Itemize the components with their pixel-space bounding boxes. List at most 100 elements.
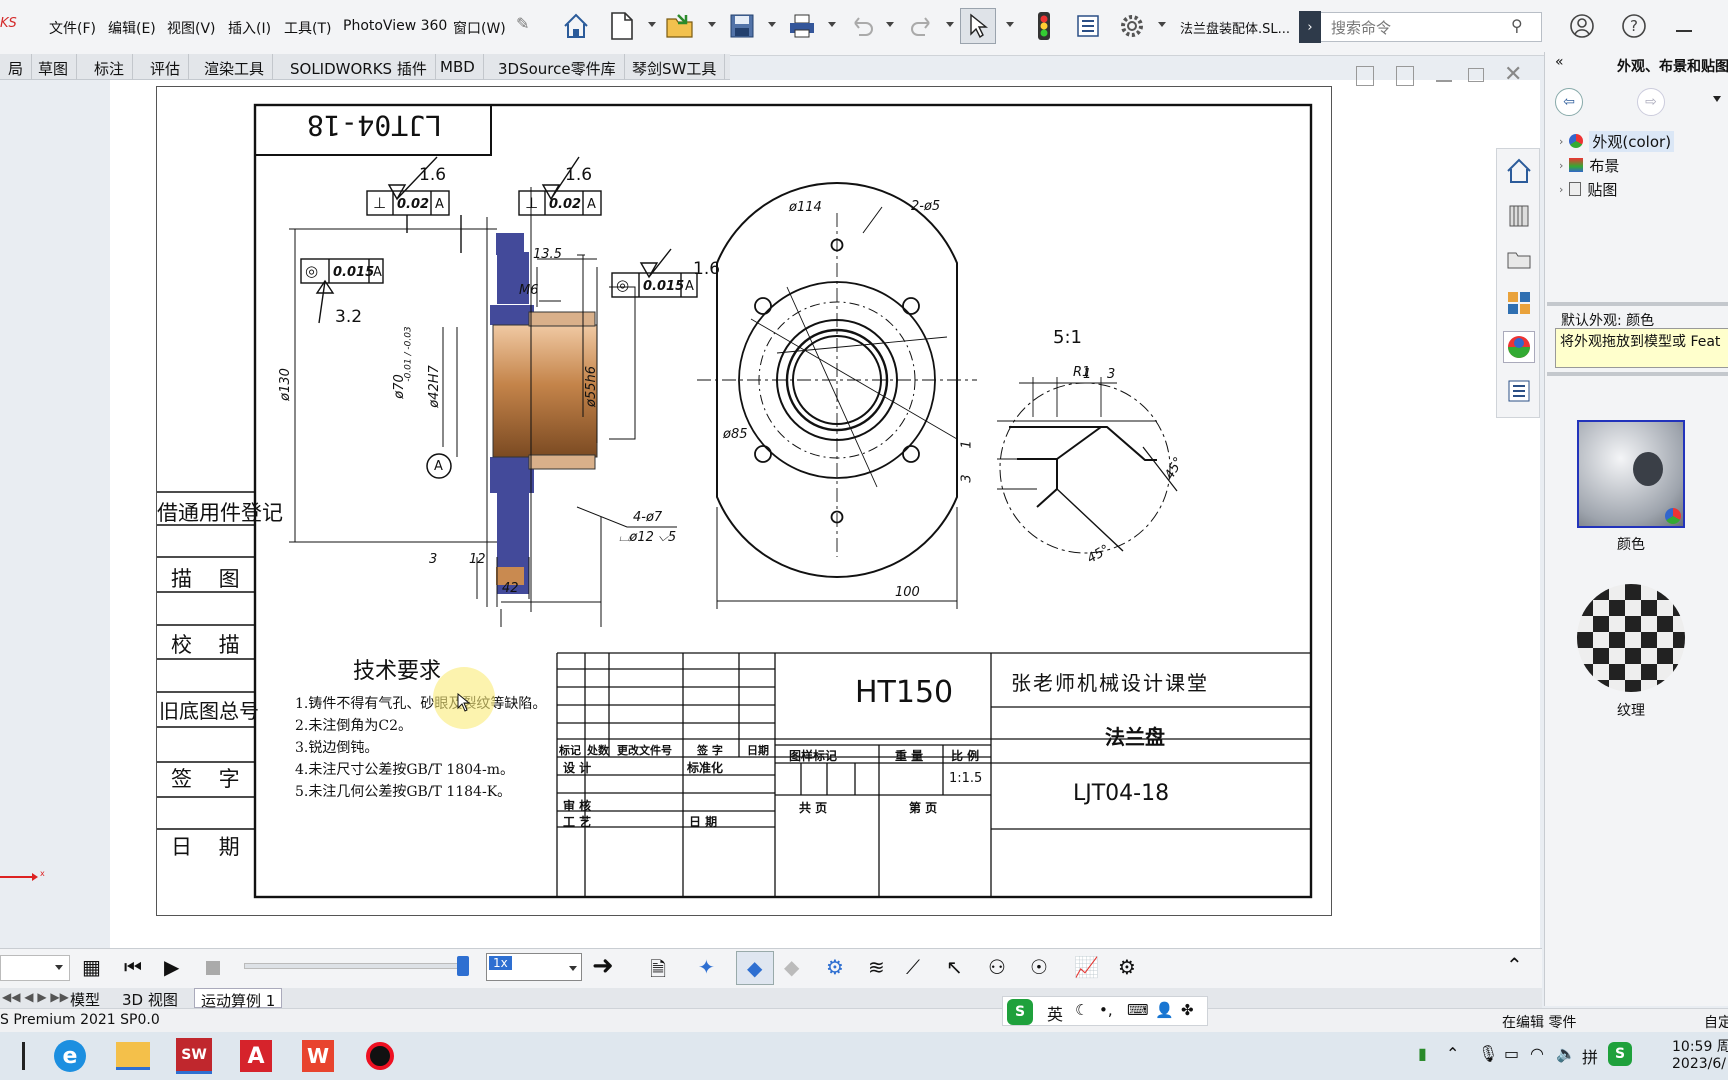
collapse-pane-icon[interactable]: « bbox=[1555, 54, 1564, 70]
tab-3dsource[interactable]: 3DSource零件库 bbox=[490, 54, 625, 80]
undo-icon[interactable] bbox=[844, 8, 880, 44]
viewport-close-icon[interactable]: ✕ bbox=[1504, 62, 1522, 87]
calculate-icon[interactable]: ▦ bbox=[82, 955, 101, 979]
redo-dropdown-icon[interactable] bbox=[946, 22, 954, 27]
menu-tools[interactable]: 工具(T) bbox=[284, 18, 331, 38]
tray-expand-icon[interactable]: ⌃ bbox=[1446, 1044, 1459, 1063]
tab-sketch[interactable]: 草图 bbox=[30, 54, 78, 80]
custom-properties-icon[interactable] bbox=[1503, 375, 1535, 407]
file-explorer-taskbar-icon[interactable] bbox=[116, 1042, 150, 1070]
viewport-toggle-icon[interactable] bbox=[1356, 66, 1374, 86]
menu-window[interactable]: 窗口(W) bbox=[453, 18, 506, 38]
user-icon[interactable]: 👤 bbox=[1155, 1001, 1174, 1019]
home-icon[interactable] bbox=[558, 8, 594, 44]
power-tray-icon[interactable]: ▭ bbox=[1504, 1044, 1519, 1063]
play-from-start-icon[interactable]: ⏮ bbox=[124, 955, 142, 979]
ime-language[interactable]: 英 bbox=[1047, 1001, 1063, 1025]
collapse-motion-icon[interactable]: ⌃ bbox=[1506, 953, 1523, 977]
sogou-ime-icon[interactable]: S bbox=[1007, 999, 1033, 1025]
select-dropdown-icon[interactable] bbox=[1006, 22, 1014, 27]
damper-icon[interactable]: ⟋ bbox=[906, 955, 920, 979]
back-arrow-icon[interactable]: ⇦ bbox=[1555, 88, 1583, 116]
file-properties-icon[interactable] bbox=[1070, 8, 1106, 44]
menu-edit[interactable]: 编辑(E) bbox=[108, 18, 156, 38]
file-explorer-icon[interactable] bbox=[1503, 243, 1535, 275]
playback-mode-icon[interactable]: ➜ bbox=[592, 951, 614, 981]
help-icon[interactable]: ? bbox=[1616, 8, 1652, 44]
tab-render-tools[interactable]: 渲染工具 bbox=[196, 54, 274, 80]
playback-speed-select[interactable]: 1x bbox=[486, 953, 582, 981]
forward-arrow-icon[interactable]: ⇨ bbox=[1637, 88, 1665, 116]
punctuation-icon[interactable]: •, bbox=[1099, 1001, 1113, 1019]
search-icon[interactable]: ⚲ bbox=[1511, 16, 1523, 35]
viewport-minimize-icon[interactable] bbox=[1436, 80, 1452, 82]
swatch-color[interactable] bbox=[1577, 420, 1685, 528]
playback-slider[interactable] bbox=[244, 956, 469, 976]
tab-mbd[interactable]: MBD bbox=[432, 54, 484, 80]
spring-icon[interactable]: ≋ bbox=[868, 955, 885, 979]
tree-item-scenes[interactable]: › 布景 bbox=[1559, 154, 1619, 176]
redo-icon[interactable] bbox=[904, 8, 940, 44]
tab-layout[interactable]: 局 bbox=[0, 54, 33, 80]
save-dropdown-icon[interactable] bbox=[768, 22, 776, 27]
add-key-icon[interactable]: ◆ bbox=[784, 955, 799, 979]
solidworks-resources-icon[interactable] bbox=[1503, 155, 1535, 187]
menu-photoview[interactable]: PhotoView 360 bbox=[343, 18, 447, 34]
expand-chevron-icon[interactable]: › bbox=[1559, 159, 1563, 172]
tree-item-appearances[interactable]: › 外观(color) bbox=[1559, 130, 1675, 152]
contact-icon[interactable]: ⚇ bbox=[988, 955, 1006, 979]
clock-time[interactable]: 10:59 周 bbox=[1672, 1036, 1728, 1056]
expand-chevron-icon[interactable]: › bbox=[1559, 135, 1563, 148]
wps-taskbar-icon[interactable]: W bbox=[302, 1040, 334, 1072]
options-gear-icon[interactable] bbox=[1114, 8, 1150, 44]
microphone-tray-icon[interactable]: 🎙 bbox=[1478, 1044, 1498, 1063]
study-type-dropdown[interactable] bbox=[0, 955, 70, 981]
tab-3d-views[interactable]: 3D 视图 bbox=[116, 988, 184, 1009]
stop-icon[interactable] bbox=[206, 961, 220, 975]
motor-icon[interactable]: ⚙ bbox=[826, 955, 844, 979]
keyboard-icon[interactable]: ⌨ bbox=[1127, 1001, 1149, 1019]
play-icon[interactable]: ▶ bbox=[164, 955, 179, 979]
tab-evaluate[interactable]: 评估 bbox=[142, 54, 190, 80]
wifi-tray-icon[interactable]: ◠ bbox=[1530, 1044, 1544, 1063]
customize-status[interactable]: 自定 bbox=[1704, 1012, 1728, 1032]
select-pointer-icon[interactable] bbox=[960, 8, 996, 44]
save-icon[interactable] bbox=[724, 8, 760, 44]
clock-date[interactable]: 2023/6/ bbox=[1672, 1056, 1726, 1072]
tab-model[interactable]: 模型 bbox=[64, 988, 106, 1009]
options-dropdown-icon[interactable] bbox=[1158, 22, 1166, 27]
input-method-tray-icon[interactable]: 拼 bbox=[1582, 1044, 1598, 1068]
menu-insert[interactable]: 插入(I) bbox=[228, 18, 271, 38]
tab-qinjian-tools[interactable]: 琴剑SW工具 bbox=[624, 54, 726, 80]
print-icon[interactable] bbox=[784, 8, 820, 44]
volume-tray-icon[interactable]: 🔈 bbox=[1556, 1044, 1576, 1063]
view-palette-icon[interactable] bbox=[1503, 287, 1535, 319]
pin-icon[interactable]: ✎ bbox=[516, 14, 529, 33]
gravity-icon[interactable]: ☉ bbox=[1030, 955, 1048, 979]
search-input[interactable]: 搜索命令 bbox=[1331, 17, 1391, 38]
results-plot-icon[interactable]: 📈 bbox=[1074, 955, 1099, 979]
recorder-taskbar-icon[interactable] bbox=[366, 1042, 394, 1070]
design-library-icon[interactable] bbox=[1503, 199, 1535, 231]
open-file-icon[interactable] bbox=[662, 8, 698, 44]
menu-view[interactable]: 视图(V) bbox=[167, 18, 216, 38]
print-dropdown-icon[interactable] bbox=[828, 22, 836, 27]
sogou-tray-icon[interactable]: S bbox=[1608, 1042, 1632, 1066]
tab-annotation[interactable]: 标注 bbox=[86, 54, 134, 80]
pane-dropdown-icon[interactable] bbox=[1713, 96, 1721, 102]
undo-dropdown-icon[interactable] bbox=[886, 22, 894, 27]
autokey-button[interactable]: ◆ bbox=[736, 951, 774, 985]
menu-file[interactable]: 文件(F) bbox=[49, 18, 96, 38]
solidworks-taskbar-icon[interactable]: SW bbox=[176, 1038, 212, 1074]
half-width-moon-icon[interactable]: ☾ bbox=[1075, 1001, 1088, 1019]
playback-slider-thumb[interactable] bbox=[457, 956, 469, 976]
battery-tray-icon[interactable]: ▮ bbox=[1418, 1044, 1427, 1063]
animation-wizard-icon[interactable]: ✦ bbox=[698, 955, 715, 979]
search-command-box[interactable]: › 搜索命令 ⚲ bbox=[1299, 11, 1542, 43]
pane-splitter-2[interactable] bbox=[1547, 372, 1728, 376]
new-dropdown-icon[interactable] bbox=[648, 22, 656, 27]
viewport-split-icon[interactable] bbox=[1396, 66, 1414, 86]
tab-solidworks-addins[interactable]: SOLIDWORKS 插件 bbox=[282, 54, 436, 80]
autocad-taskbar-icon[interactable]: A bbox=[240, 1040, 272, 1072]
expand-chevron-icon[interactable]: › bbox=[1559, 183, 1563, 196]
